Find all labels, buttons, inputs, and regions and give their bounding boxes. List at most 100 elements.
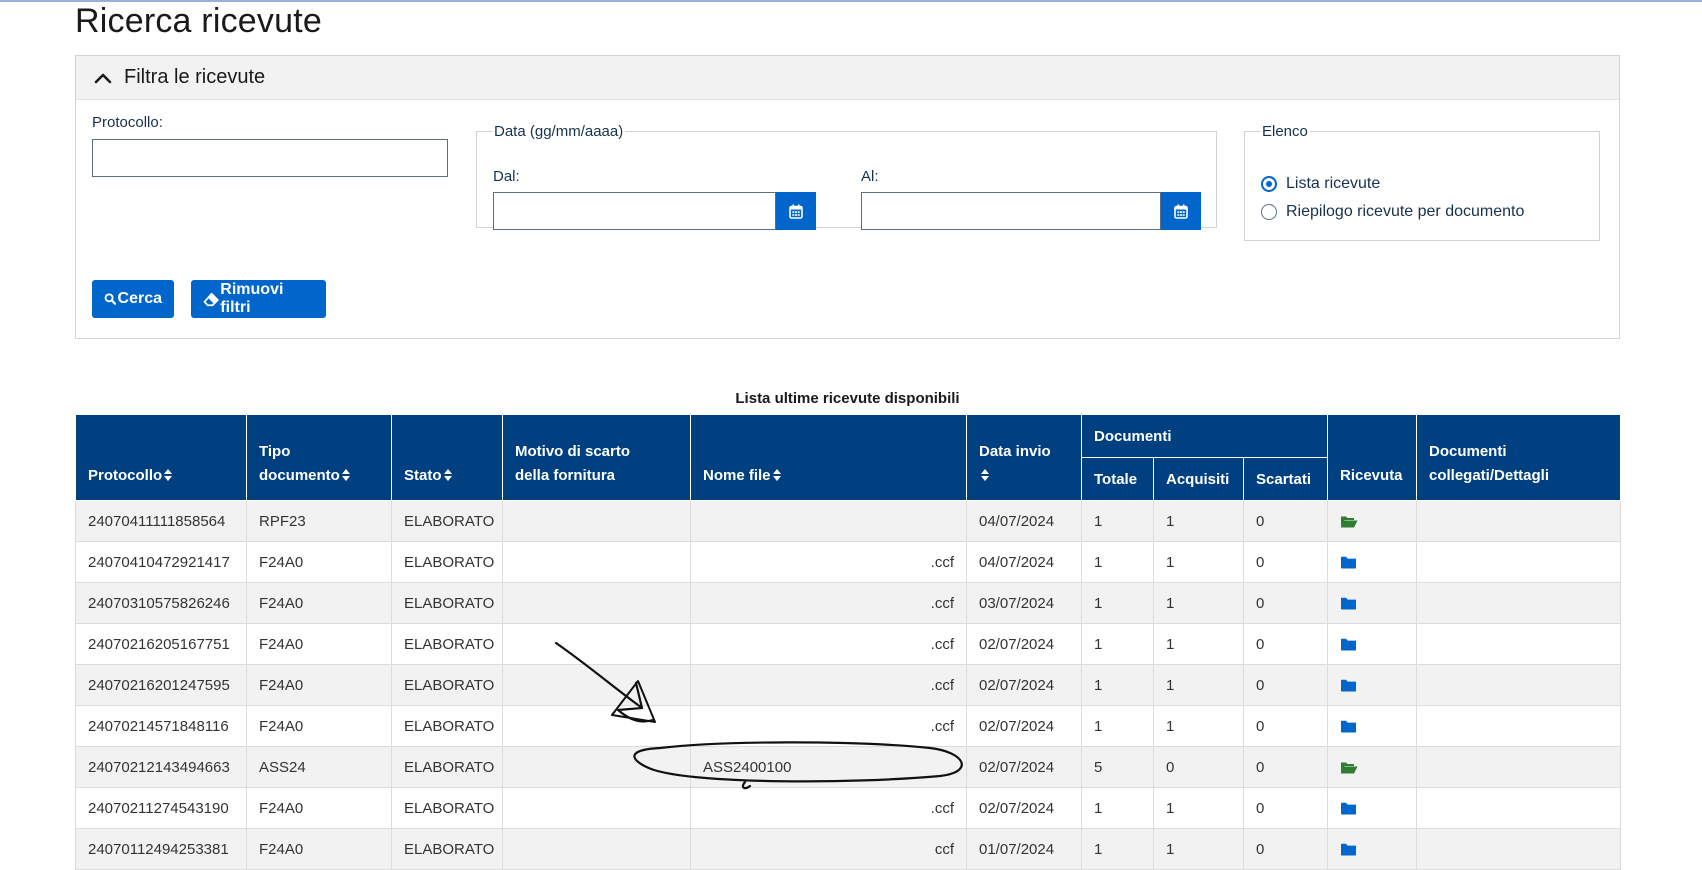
cell-stato: ELABORATO xyxy=(391,705,503,747)
date-fieldset: Data (gg/mm/aaaa) Dal: Al: xyxy=(476,123,1217,230)
folder-icon[interactable] xyxy=(1340,554,1357,571)
al-calendar-button[interactable] xyxy=(1161,192,1201,230)
cell-tipo: ASS24 xyxy=(246,746,392,788)
cell-acquisiti: 1 xyxy=(1153,787,1244,829)
cell-acquisiti: 1 xyxy=(1153,541,1244,583)
protocollo-input[interactable] xyxy=(92,139,448,177)
cell-tipo: F24A0 xyxy=(246,541,392,583)
col-tipo-label-1: Tipo xyxy=(259,443,291,460)
cell-protocollo: 24070310575826246 xyxy=(75,582,247,624)
elenco-legend: Elenco xyxy=(1262,123,1308,140)
sort-icon xyxy=(772,469,781,481)
cell-protocollo: 24070214571848116 xyxy=(75,705,247,747)
cell-nome-file: .ccf xyxy=(690,541,967,583)
cell-collegati xyxy=(1416,705,1621,747)
cell-protocollo: 24070216205167751 xyxy=(75,623,247,665)
col-motivo-label-1: Motivo di scarto xyxy=(515,443,631,460)
eraser-icon xyxy=(203,292,219,306)
cell-stato: ELABORATO xyxy=(391,541,503,583)
cell-tipo: F24A0 xyxy=(246,705,392,747)
radio-riepilogo-label: Riepilogo ricevute per documento xyxy=(1286,203,1525,220)
sort-icon xyxy=(164,469,173,481)
cell-acquisiti: 1 xyxy=(1153,705,1244,747)
al-date-input[interactable] xyxy=(861,192,1161,230)
file-name-text: .ccf xyxy=(930,553,954,571)
cell-motivo xyxy=(502,828,691,870)
col-tipo-documento-header[interactable]: Tipo documento xyxy=(246,414,392,501)
cell-tipo: F24A0 xyxy=(246,828,392,870)
cell-data: 02/07/2024 xyxy=(966,746,1082,788)
folder-icon[interactable] xyxy=(1340,677,1357,694)
cell-acquisiti: 1 xyxy=(1153,623,1244,665)
cell-stato: ELABORATO xyxy=(391,746,503,788)
col-stato-header[interactable]: Stato xyxy=(391,414,503,501)
cell-nome-file: ccf xyxy=(690,828,967,870)
file-name-text: .ccf xyxy=(930,594,954,612)
folder-icon[interactable] xyxy=(1340,636,1357,653)
cell-motivo xyxy=(502,541,691,583)
cell-totale: 5 xyxy=(1081,746,1154,788)
cerca-button[interactable]: Cerca xyxy=(92,280,174,318)
radio-lista-ricevute-label: Lista ricevute xyxy=(1286,175,1381,192)
radio-riepilogo[interactable]: Riepilogo ricevute per documento xyxy=(1261,203,1524,221)
cell-scartati: 0 xyxy=(1243,541,1328,583)
col-scartati-header: Scartati xyxy=(1243,457,1328,501)
dal-date-input[interactable] xyxy=(493,192,776,230)
table-row: 24070410472921417 F24A0 ELABORATO .ccf 04/07… xyxy=(75,541,1621,583)
cell-nome-file: .ccf xyxy=(690,705,967,747)
cell-protocollo: 24070216201247595 xyxy=(75,664,247,706)
col-nome-file-label: Nome file xyxy=(703,467,771,484)
cell-acquisiti: 1 xyxy=(1153,828,1244,870)
cell-data: 02/07/2024 xyxy=(966,623,1082,665)
cell-tipo: RPF23 xyxy=(246,500,392,542)
col-protocollo-header[interactable]: Protocollo xyxy=(75,414,247,501)
cell-stato: ELABORATO xyxy=(391,828,503,870)
dal-calendar-button[interactable] xyxy=(776,192,816,230)
cell-scartati: 0 xyxy=(1243,787,1328,829)
folder-open-icon[interactable] xyxy=(1340,759,1358,776)
col-protocollo-label: Protocollo xyxy=(88,467,163,484)
radio-unchecked-icon xyxy=(1261,204,1277,220)
filter-panel: Filtra le ricevute Protocollo: Data (gg/… xyxy=(75,55,1620,339)
cell-acquisiti: 1 xyxy=(1153,500,1244,542)
cell-collegati xyxy=(1416,541,1621,583)
col-data-invio-header[interactable]: Data invio xyxy=(966,414,1082,501)
cerca-label: Cerca xyxy=(117,290,162,307)
cell-collegati xyxy=(1416,828,1621,870)
cell-totale: 1 xyxy=(1081,787,1154,829)
cell-stato: ELABORATO xyxy=(391,623,503,665)
filter-toggle[interactable]: Filtra le ricevute xyxy=(76,56,1619,100)
folder-icon[interactable] xyxy=(1340,718,1357,735)
file-name-text: .ccf xyxy=(930,635,954,653)
col-collegati-label-1: Documenti xyxy=(1429,443,1507,460)
folder-icon[interactable] xyxy=(1340,595,1357,612)
col-documenti-group-header: Documenti xyxy=(1081,414,1328,458)
folder-icon[interactable] xyxy=(1340,800,1357,817)
col-motivo-header: Motivo di scarto della fornitura xyxy=(502,414,691,501)
cell-nome-file: .ccf xyxy=(690,664,967,706)
cell-totale: 1 xyxy=(1081,541,1154,583)
cell-motivo xyxy=(502,705,691,747)
cell-collegati xyxy=(1416,582,1621,624)
protocollo-label: Protocollo: xyxy=(92,114,163,131)
cell-motivo xyxy=(502,746,691,788)
cell-nome-file: .ccf xyxy=(690,623,967,665)
file-name-text: ASS2400100 xyxy=(703,758,792,776)
cell-acquisiti: 0 xyxy=(1153,746,1244,788)
cell-totale: 1 xyxy=(1081,664,1154,706)
cell-tipo: F24A0 xyxy=(246,787,392,829)
file-name-text: ccf xyxy=(934,840,954,858)
cell-collegati xyxy=(1416,500,1621,542)
cell-protocollo: 24070212143494663 xyxy=(75,746,247,788)
cell-data: 04/07/2024 xyxy=(966,500,1082,542)
rimuovi-filtri-button[interactable]: Rimuovi filtri xyxy=(191,280,326,318)
cell-totale: 1 xyxy=(1081,623,1154,665)
cell-scartati: 0 xyxy=(1243,500,1328,542)
folder-open-icon[interactable] xyxy=(1340,513,1358,530)
col-tipo-label-2: documento xyxy=(259,467,340,484)
radio-lista-ricevute[interactable]: Lista ricevute xyxy=(1261,175,1380,193)
folder-icon[interactable] xyxy=(1340,841,1357,858)
cell-motivo xyxy=(502,787,691,829)
col-nome-file-header[interactable]: Nome file xyxy=(690,414,967,501)
table-row: 24070310575826246 F24A0 ELABORATO .ccf 03/07… xyxy=(75,582,1621,624)
